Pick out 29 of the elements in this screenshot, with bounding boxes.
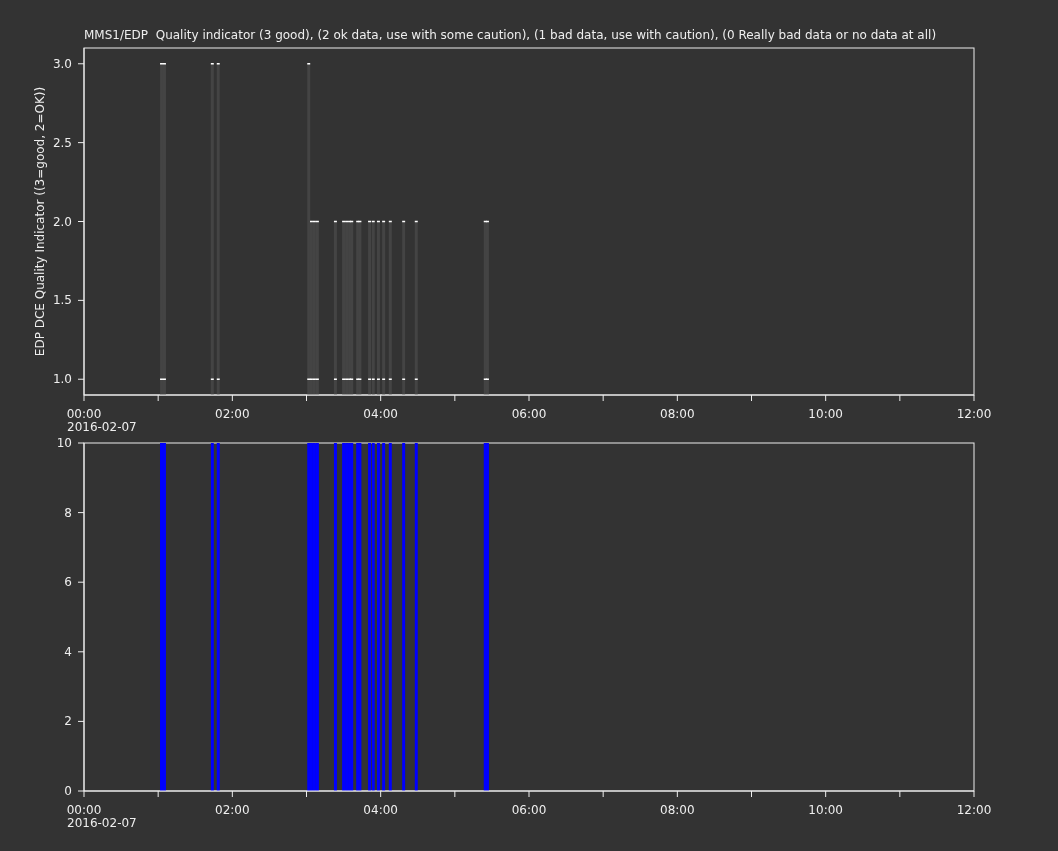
tick-label: 10 [56,436,72,450]
tick-label: 8 [64,505,72,520]
tick-label: 0 [64,784,72,798]
tick-label: 1.0 [52,372,72,387]
tick-label: 06:00 [511,803,547,817]
tick-label: 08:00 [660,407,695,421]
tick-label: 4 [64,644,72,659]
tick-label: 00:00 [66,407,102,421]
tick-label: 02:00 [215,407,250,421]
chart-title: MMS1/EDP Quality indicator (3 good), (2 ok data, use with some caution), (1 bad data, use with caution), (0 Really bad data or no data at all) [83,27,938,44]
tick-label: 2.5 [52,135,72,150]
tick-label: 08:00 [660,803,695,817]
tick-label: 00:00 [66,803,102,817]
tick-label: 02:00 [215,803,250,817]
tick-label: 1.5 [52,293,72,308]
date-label: 2016-02-07 [67,816,137,830]
tick-label: 12:00 [956,803,992,817]
tick-label: 3.0 [52,56,72,71]
tick-label: 10:00 [808,407,843,421]
tick-label: 2.0 [52,214,72,229]
tick-label: 06:00 [511,407,547,421]
tick-label: 6 [64,575,72,590]
date-label: 2016-02-07 [67,420,137,434]
tick-label: 04:00 [363,407,398,421]
axis-label: EDP DCE Quality Indicator ((3=good, 2=OK)) [33,86,47,357]
tick-label: 04:00 [363,803,398,817]
tick-label: 2 [64,714,72,729]
tick-label: 12:00 [956,407,992,421]
tick-label: 10:00 [808,803,843,817]
